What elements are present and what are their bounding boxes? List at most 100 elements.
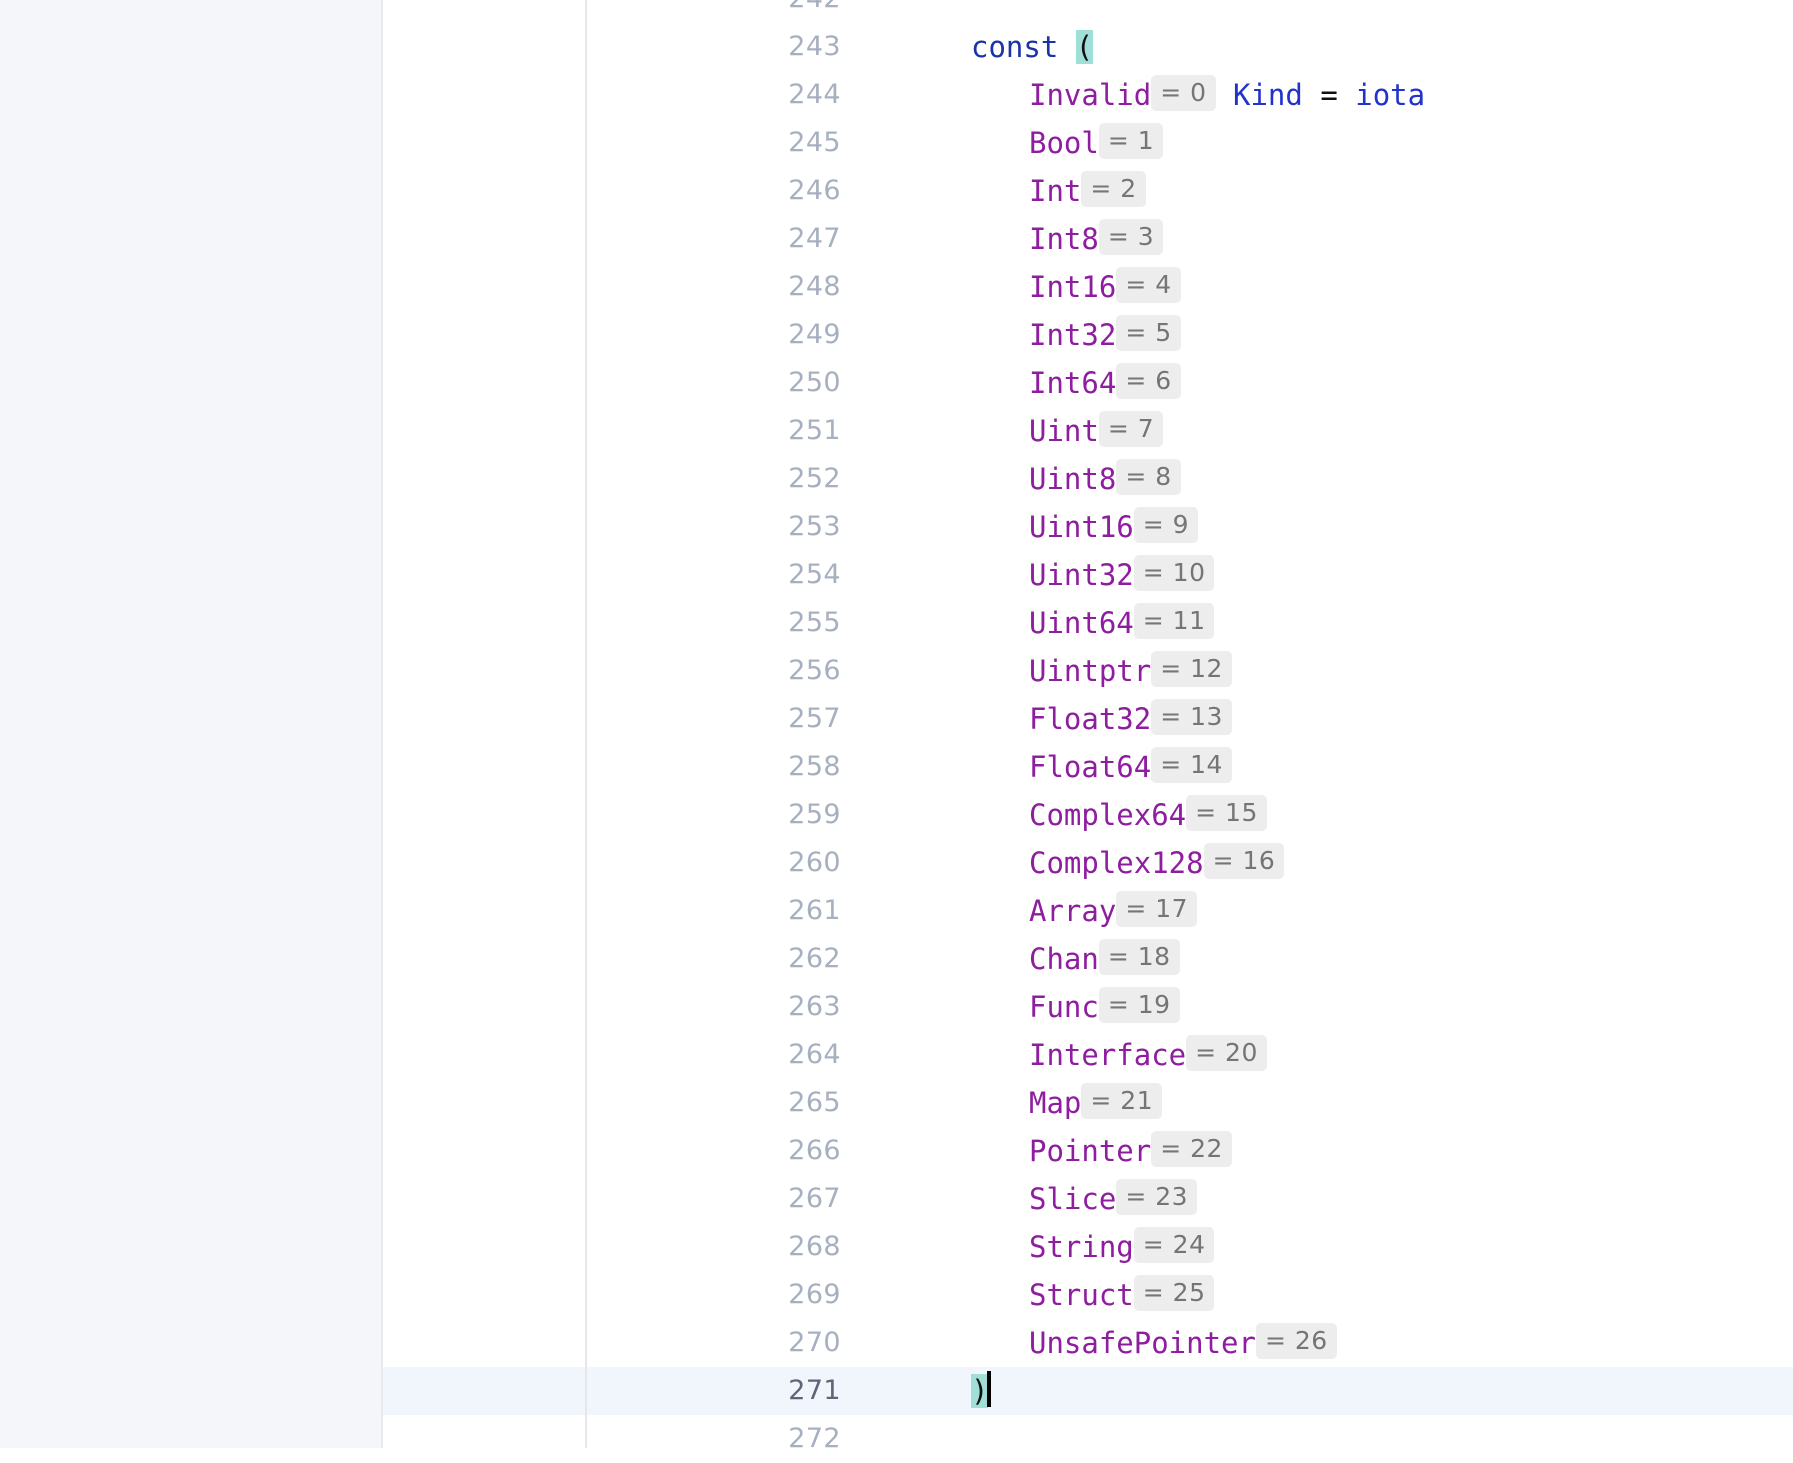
line-source[interactable]: Int64 = 6 [971,359,1181,407]
code-line[interactable]: 242 [383,0,1793,23]
line-number[interactable]: 253 [383,503,863,551]
line-number[interactable]: 255 [383,599,863,647]
line-number[interactable]: 260 [383,839,863,887]
line-source[interactable]: Uint = 7 [971,407,1164,455]
code-line[interactable]: 258 Float64 = 14 [383,743,1793,791]
line-source[interactable]: String = 24 [971,1223,1215,1271]
line-number[interactable]: 249 [383,311,863,359]
code-line[interactable]: 246 Int = 2 [383,167,1793,215]
code-line[interactable]: 252 Uint8 = 8 [383,455,1793,503]
code-line[interactable]: 249 Int32 = 5 [383,311,1793,359]
line-number[interactable]: 263 [383,983,863,1031]
line-source[interactable]: Func = 19 [971,983,1180,1031]
code-lines[interactable]: 242243const (244Invalid= 0 Kind = iota24… [383,0,1793,1463]
line-number[interactable]: 261 [383,887,863,935]
line-source[interactable]: Pointer = 22 [971,1127,1232,1175]
line-source[interactable]: Float64 = 14 [971,743,1232,791]
code-line[interactable]: 272 [383,1415,1793,1463]
line-source[interactable]: Int16 = 4 [971,263,1181,311]
line-number[interactable]: 267 [383,1175,863,1223]
line-number[interactable]: 258 [383,743,863,791]
code-line[interactable]: 266 Pointer = 22 [383,1127,1793,1175]
code-editor[interactable]: 242243const (244Invalid= 0 Kind = iota24… [0,0,1793,1454]
code-line[interactable]: 269 Struct = 25 [383,1271,1793,1319]
line-number[interactable]: 264 [383,1031,863,1079]
line-source[interactable]: ) [971,1367,992,1415]
code-line[interactable]: 248 Int16 = 4 [383,263,1793,311]
token-operator: = [1320,78,1338,112]
code-line[interactable]: 264 Interface = 20 [383,1031,1793,1079]
line-source[interactable]: Map = 21 [971,1079,1163,1127]
line-number[interactable]: 259 [383,791,863,839]
code-line[interactable]: 263 Func = 19 [383,983,1793,1031]
line-number[interactable]: 242 [383,0,863,23]
line-source[interactable]: Uint32 = 10 [971,551,1215,599]
code-line[interactable]: 251 Uint = 7 [383,407,1793,455]
line-source[interactable]: Chan = 18 [971,935,1180,983]
line-source[interactable]: UnsafePointer = 26 [971,1319,1337,1367]
line-number[interactable]: 244 [383,71,863,119]
code-line[interactable]: 245 Bool = 1 [383,119,1793,167]
line-source[interactable]: Uintptr = 12 [971,647,1232,695]
line-source[interactable]: Int8 = 3 [971,215,1164,263]
line-number[interactable]: 257 [383,695,863,743]
code-line[interactable]: 265 Map = 21 [383,1079,1793,1127]
token-identifier: Uint [1029,414,1099,448]
line-source[interactable]: Array = 17 [971,887,1198,935]
code-line[interactable]: 253 Uint16 = 9 [383,503,1793,551]
line-number[interactable]: 248 [383,263,863,311]
line-number[interactable]: 251 [383,407,863,455]
line-source[interactable]: Bool = 1 [971,119,1164,167]
line-source[interactable]: Complex128 = 16 [971,839,1285,887]
line-source[interactable]: Uint16 = 9 [971,503,1199,551]
line-number[interactable]: 272 [383,1415,863,1463]
code-line[interactable]: 267 Slice = 23 [383,1175,1793,1223]
code-line[interactable]: 247 Int8 = 3 [383,215,1793,263]
line-number[interactable]: 268 [383,1223,863,1271]
code-line[interactable]: 243 const ( [383,23,1793,71]
code-line[interactable]: 262 Chan = 18 [383,935,1793,983]
code-line[interactable]: 268 String = 24 [383,1223,1793,1271]
code-line[interactable]: 271) [383,1367,1793,1415]
line-number[interactable]: 247 [383,215,863,263]
code-line[interactable]: 244 Invalid = 0 Kind = iota [383,71,1793,119]
code-surface[interactable]: 242243const (244Invalid= 0 Kind = iota24… [383,0,1793,1454]
code-line[interactable]: 250 Int64 = 6 [383,359,1793,407]
line-number[interactable]: 250 [383,359,863,407]
line-number[interactable]: 246 [383,167,863,215]
line-source[interactable]: Struct = 25 [971,1271,1215,1319]
code-line[interactable]: 254 Uint32 = 10 [383,551,1793,599]
line-source[interactable]: Int = 2 [971,167,1146,215]
line-source[interactable]: Interface = 20 [971,1031,1267,1079]
line-source[interactable]: const ( [971,23,1094,71]
line-source[interactable]: Invalid = 0 Kind = iota [971,71,1425,119]
code-line[interactable]: 255 Uint64 = 11 [383,599,1793,647]
line-number[interactable]: 271 [383,1367,863,1415]
line-number[interactable]: 245 [383,119,863,167]
inlay-hint: = 6 [1116,363,1181,399]
code-line[interactable]: 257 Float32 = 13 [383,695,1793,743]
line-number[interactable]: 270 [383,1319,863,1367]
line-number[interactable]: 262 [383,935,863,983]
code-line[interactable]: 261 Array = 17 [383,887,1793,935]
code-line[interactable]: 259 Complex64 = 15 [383,791,1793,839]
line-source[interactable]: Uint8 = 8 [971,455,1181,503]
code-line[interactable]: 256 Uintptr = 12 [383,647,1793,695]
line-source[interactable]: Complex64 = 15 [971,791,1267,839]
line-source[interactable]: Int32 = 5 [971,311,1181,359]
line-source[interactable]: Uint64 = 11 [971,599,1215,647]
vertical-scrollbar[interactable] [356,0,737,1448]
code-line[interactable]: 260 Complex128 = 16 [383,839,1793,887]
line-number[interactable]: 254 [383,551,863,599]
line-number[interactable]: 243 [383,23,863,71]
token-identifier: Uint64 [1029,606,1134,640]
line-number[interactable]: 269 [383,1271,863,1319]
line-number[interactable]: 266 [383,1127,863,1175]
line-number[interactable]: 256 [383,647,863,695]
line-number[interactable]: 252 [383,455,863,503]
line-number[interactable]: 265 [383,1079,863,1127]
line-source[interactable]: Float32 = 13 [971,695,1232,743]
line-source[interactable]: Slice = 23 [971,1175,1198,1223]
code-line[interactable]: 270 UnsafePointer = 26 [383,1319,1793,1367]
